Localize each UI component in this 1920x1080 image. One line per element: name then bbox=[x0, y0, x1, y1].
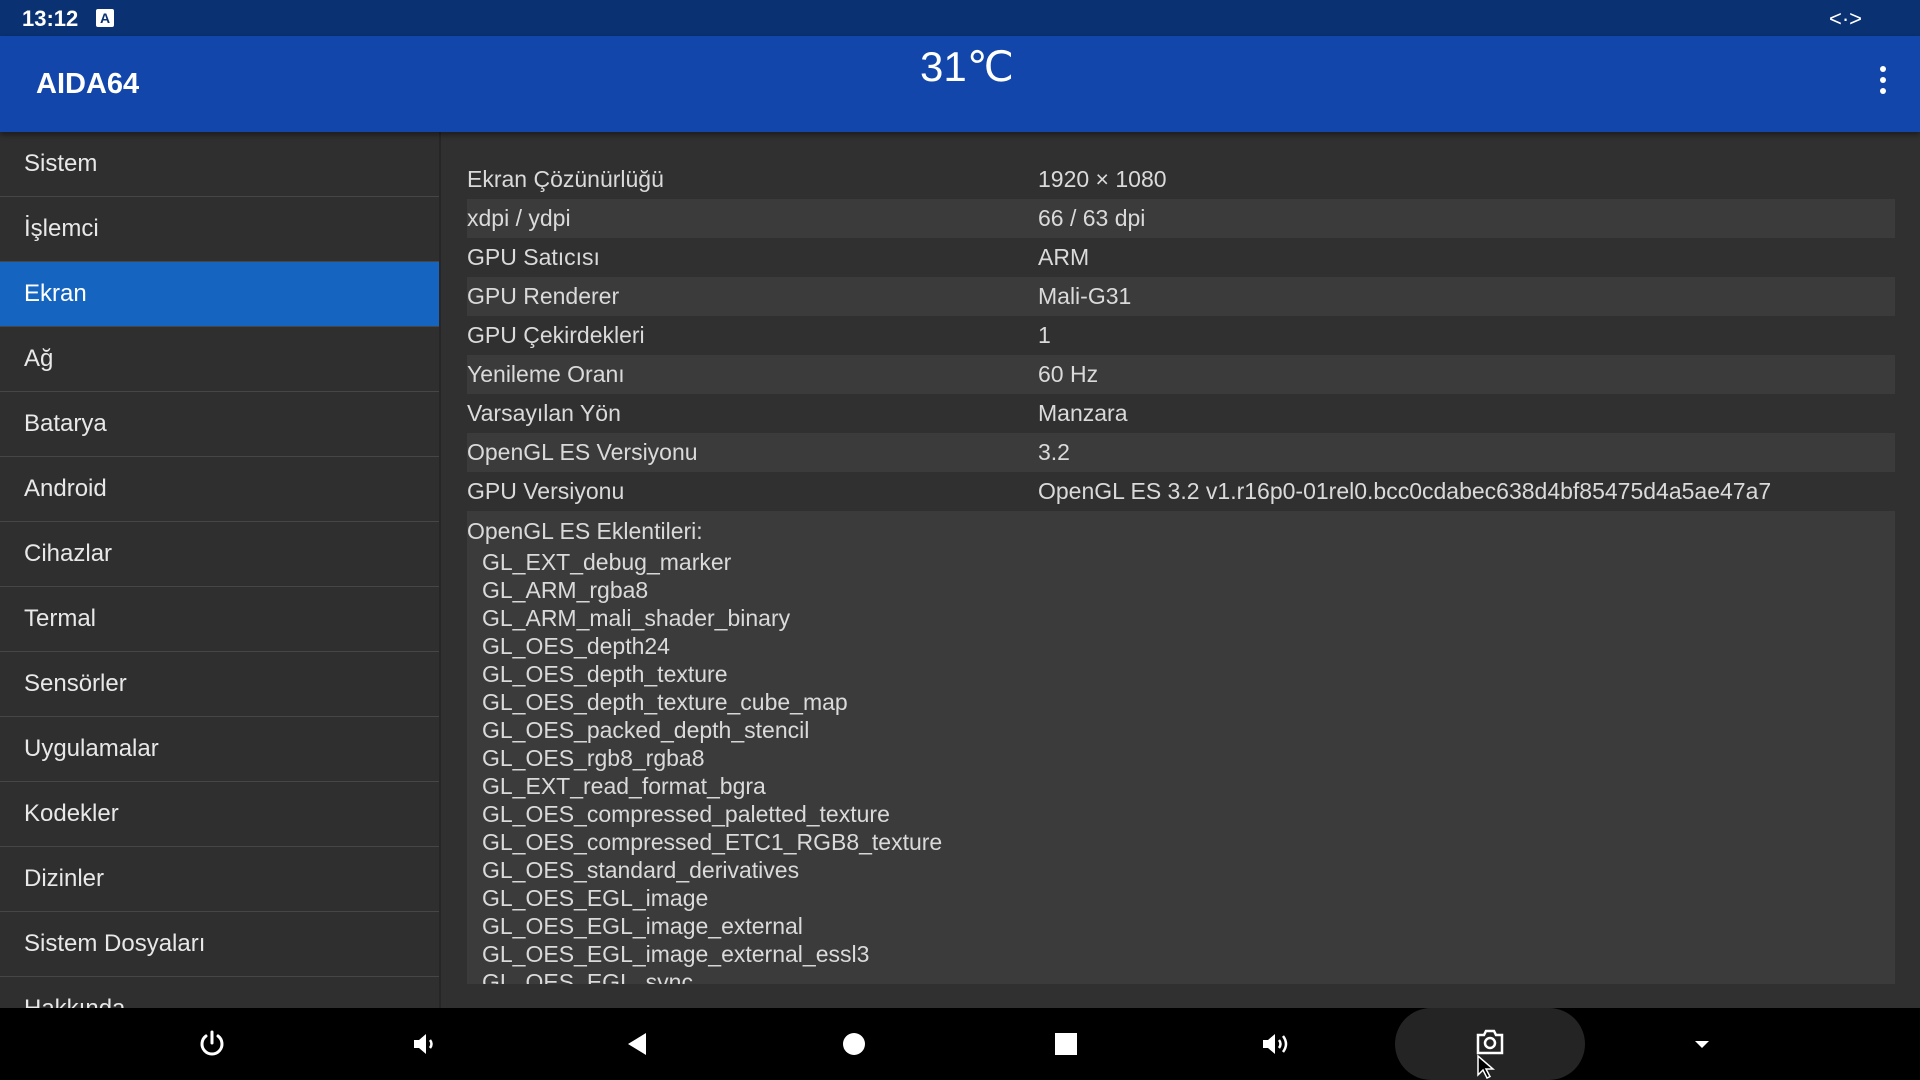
detail-row: Ekran Çözünürlüğü 1920 × 1080 bbox=[467, 160, 1895, 199]
mouse-cursor-icon bbox=[1477, 1054, 1496, 1080]
status-time: 13:12 bbox=[22, 6, 79, 31]
extension-item: GL_OES_packed_depth_stencil bbox=[482, 717, 810, 743]
remote-control-icon: <·> bbox=[1828, 6, 1862, 31]
extension-item: GL_OES_EGL_image_external bbox=[482, 913, 803, 939]
detail-value: Manzara bbox=[1038, 400, 1128, 426]
navigation-bar bbox=[0, 1008, 1920, 1080]
sidebar-item-android[interactable]: Android bbox=[0, 457, 439, 522]
detail-value: 1920 × 1080 bbox=[1038, 166, 1167, 192]
extension-item: GL_OES_EGL_sync bbox=[482, 969, 693, 984]
extension-item: GL_OES_rgb8_rgba8 bbox=[482, 745, 705, 771]
volume-up-icon[interactable] bbox=[1236, 1008, 1316, 1080]
sidebar-item-dizinler[interactable]: Dizinler bbox=[0, 847, 439, 912]
detail-value: ARM bbox=[1038, 244, 1090, 270]
extension-item: GL_OES_depth24 bbox=[482, 633, 670, 659]
detail-key: Varsayılan Yön bbox=[467, 400, 621, 426]
extension-item: GL_OES_compressed_ETC1_RGB8_texture bbox=[482, 829, 943, 855]
sidebar-item-islemci[interactable]: İşlemci bbox=[0, 197, 439, 262]
detail-key: GPU Çekirdekleri bbox=[467, 322, 645, 348]
status-bar: 13:12 A <·> bbox=[0, 0, 1920, 36]
sidebar: Sistem İşlemci Ekran Ağ Batarya Android … bbox=[0, 132, 441, 1008]
sidebar-item-ekran[interactable]: Ekran bbox=[0, 262, 439, 327]
detail-value: OpenGL ES 3.2 v1.r16p0-01rel0.bcc0cdabec… bbox=[1038, 478, 1772, 504]
detail-row: GPU Versiyonu OpenGL ES 3.2 v1.r16p0-01r… bbox=[467, 472, 1895, 511]
extension-item: GL_EXT_read_format_bgra bbox=[482, 773, 766, 799]
detail-key: GPU Versiyonu bbox=[467, 478, 625, 504]
sidebar-item-sensorler[interactable]: Sensörler bbox=[0, 652, 439, 717]
back-icon[interactable] bbox=[598, 1008, 678, 1080]
sidebar-item-hakkinda[interactable]: Hakkında bbox=[0, 977, 439, 1008]
extension-item: GL_OES_depth_texture_cube_map bbox=[482, 689, 848, 715]
extension-item: GL_ARM_mali_shader_binary bbox=[482, 605, 791, 631]
temperature-readout: 31℃ bbox=[920, 43, 1014, 90]
sidebar-item-cihazlar[interactable]: Cihazlar bbox=[0, 522, 439, 587]
detail-value: 1 bbox=[1038, 322, 1051, 348]
detail-key: Yenileme Oranı bbox=[467, 361, 625, 387]
detail-row: Yenileme Oranı 60 Hz bbox=[467, 355, 1895, 394]
detail-row: OpenGL ES Versiyonu 3.2 bbox=[467, 433, 1895, 472]
app-bar: AIDA64 31℃ bbox=[0, 36, 1920, 132]
extension-item: GL_OES_compressed_paletted_texture bbox=[482, 801, 890, 827]
expand-icon[interactable] bbox=[1662, 1008, 1742, 1080]
extension-item: GL_ARM_rgba8 bbox=[482, 577, 649, 603]
home-icon[interactable] bbox=[814, 1008, 894, 1080]
sidebar-item-kodekler[interactable]: Kodekler bbox=[0, 782, 439, 847]
detail-row: xdpi / ydpi 66 / 63 dpi bbox=[467, 199, 1895, 238]
detail-value: 66 / 63 dpi bbox=[1038, 205, 1146, 231]
sidebar-item-sistem[interactable]: Sistem bbox=[0, 132, 439, 197]
sidebar-item-uygulamalar[interactable]: Uygulamalar bbox=[0, 717, 439, 782]
detail-row: Varsayılan Yön Manzara bbox=[467, 394, 1895, 433]
recents-icon[interactable] bbox=[1026, 1008, 1106, 1080]
detail-value: 3.2 bbox=[1038, 439, 1070, 465]
overflow-menu-icon[interactable] bbox=[1878, 66, 1888, 102]
detail-key: xdpi / ydpi bbox=[467, 205, 571, 231]
sidebar-item-termal[interactable]: Termal bbox=[0, 587, 439, 652]
detail-key: OpenGL ES Versiyonu bbox=[467, 439, 698, 465]
power-icon[interactable] bbox=[172, 1008, 252, 1080]
sidebar-item-sistem-dosyalari[interactable]: Sistem Dosyaları bbox=[0, 912, 439, 977]
extensions-block: OpenGL ES Eklentileri: GL_EXT_debug_mark… bbox=[467, 511, 1895, 984]
detail-value: Mali-G31 bbox=[1038, 283, 1132, 309]
extension-item: GL_OES_depth_texture bbox=[482, 661, 728, 687]
detail-row: GPU Renderer Mali-G31 bbox=[467, 277, 1895, 316]
detail-key: GPU Renderer bbox=[467, 283, 620, 309]
detail-row: GPU Satıcısı ARM bbox=[467, 238, 1895, 277]
app-title: AIDA64 bbox=[36, 68, 140, 100]
extension-item: GL_EXT_debug_marker bbox=[482, 549, 732, 575]
detail-key: Ekran Çözünürlüğü bbox=[467, 166, 664, 192]
sidebar-item-batarya[interactable]: Batarya bbox=[0, 392, 439, 457]
extension-item: GL_OES_standard_derivatives bbox=[482, 857, 800, 883]
volume-down-icon[interactable] bbox=[384, 1008, 464, 1080]
detail-row: GPU Çekirdekleri 1 bbox=[467, 316, 1895, 355]
notification-icon: A bbox=[96, 9, 114, 27]
extensions-header: OpenGL ES Eklentileri: bbox=[467, 518, 703, 544]
extension-item: GL_OES_EGL_image bbox=[482, 885, 709, 911]
details-panel: Ekran Çözünürlüğü 1920 × 1080 xdpi / ydp… bbox=[467, 160, 1895, 984]
detail-value: 60 Hz bbox=[1038, 361, 1099, 387]
sidebar-item-ag[interactable]: Ağ bbox=[0, 327, 439, 392]
detail-key: GPU Satıcısı bbox=[467, 244, 600, 270]
extensions-list: GL_EXT_debug_marker GL_ARM_rgba8 GL_ARM_… bbox=[467, 548, 1895, 984]
extension-item: GL_OES_EGL_image_external_essl3 bbox=[482, 941, 870, 967]
